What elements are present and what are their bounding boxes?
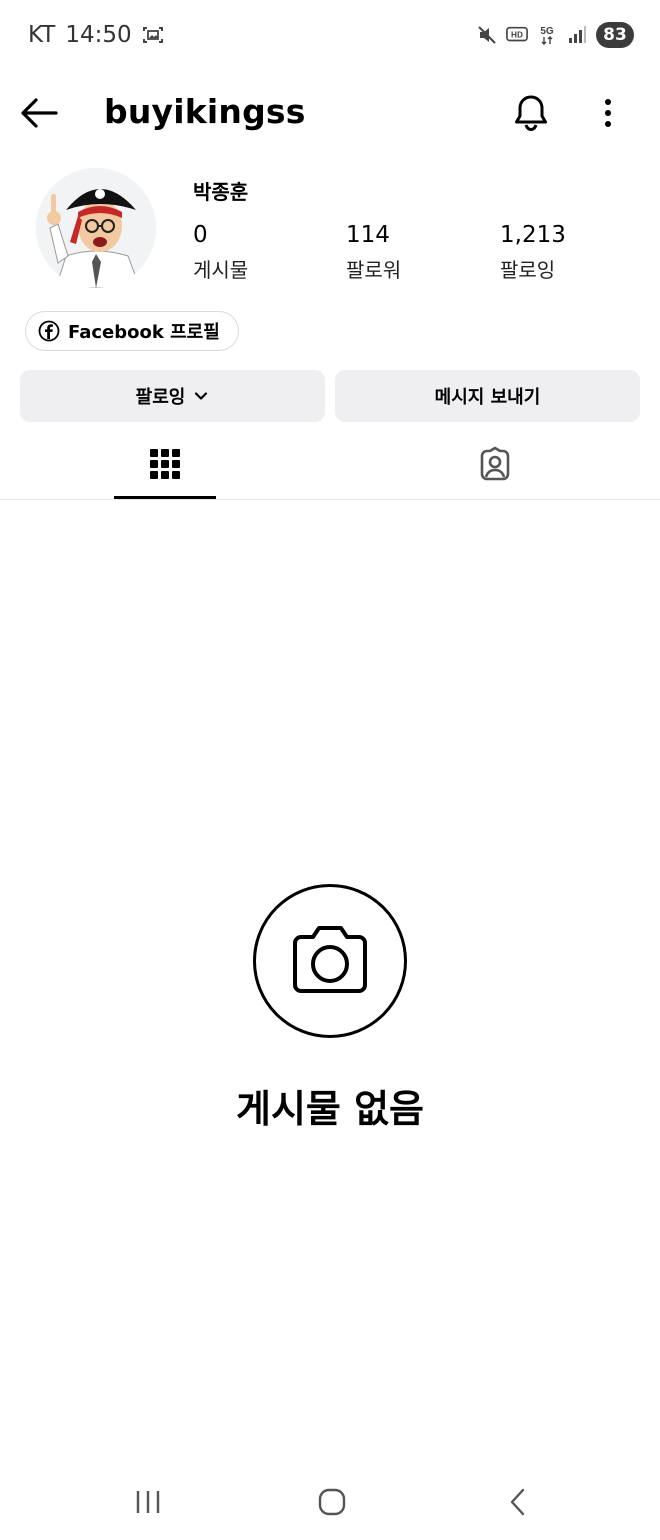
tagged-icon [477, 446, 513, 482]
bell-icon[interactable] [510, 92, 552, 134]
message-button[interactable]: 메시지 보내기 [335, 370, 640, 422]
stat-followers-value: 114 [346, 222, 390, 248]
recents-icon[interactable] [124, 1484, 172, 1520]
carrier-label: KT [28, 22, 56, 48]
status-right: HD 5G 83 [476, 22, 634, 48]
display-name: 박종훈 [193, 180, 249, 204]
following-button[interactable]: 팔로잉 [20, 370, 325, 422]
page-title: buyikingss [104, 92, 306, 131]
svg-text:5G: 5G [540, 26, 554, 37]
active-tab-indicator [114, 496, 216, 499]
tab-posts-grid[interactable] [114, 428, 216, 500]
grid-icon [149, 448, 181, 480]
signal-icon [566, 24, 588, 46]
status-left: KT 14:50 [28, 22, 164, 48]
battery-icon: 83 [596, 22, 634, 48]
camera-icon [287, 923, 373, 999]
avatar[interactable] [36, 168, 156, 288]
stat-posts-value: 0 [193, 222, 208, 248]
back-arrow-icon[interactable] [18, 92, 60, 134]
hd-icon: HD [506, 24, 528, 46]
gallery-icon [142, 24, 164, 46]
svg-text:HD: HD [511, 31, 523, 40]
stat-posts[interactable]: 0 게시물 [193, 222, 248, 283]
chevron-down-icon [193, 388, 209, 404]
stat-followers-label: 팔로워 [346, 258, 402, 282]
profile-tabs [0, 428, 660, 500]
stat-followers[interactable]: 114 팔로워 [346, 222, 401, 283]
facebook-icon [38, 320, 60, 342]
stat-following[interactable]: 1,213 팔로잉 [500, 222, 566, 283]
mute-icon [476, 24, 498, 46]
status-bar: KT 14:50 HD 5G 83 [0, 0, 660, 74]
message-button-label: 메시지 보내기 [434, 387, 541, 408]
home-icon[interactable] [308, 1484, 356, 1520]
following-button-label: 팔로잉 [135, 387, 186, 408]
5g-icon: 5G [536, 24, 558, 46]
system-nav-bar [0, 1470, 660, 1540]
stat-following-label: 팔로잉 [500, 258, 556, 282]
more-vertical-icon[interactable] [592, 92, 624, 134]
facebook-profile-button[interactable]: Facebook 프로필 [25, 311, 239, 351]
empty-state-title: 게시물 없음 [235, 1087, 425, 1131]
profile-header: buyikingss [0, 80, 660, 144]
stat-following-value: 1,213 [500, 222, 566, 248]
stat-posts-label: 게시물 [193, 258, 249, 282]
clock: 14:50 [65, 22, 132, 48]
tab-tagged[interactable] [444, 428, 546, 500]
back-icon[interactable] [494, 1484, 542, 1520]
facebook-profile-label: Facebook 프로필 [68, 322, 220, 343]
empty-state-circle [253, 884, 407, 1038]
